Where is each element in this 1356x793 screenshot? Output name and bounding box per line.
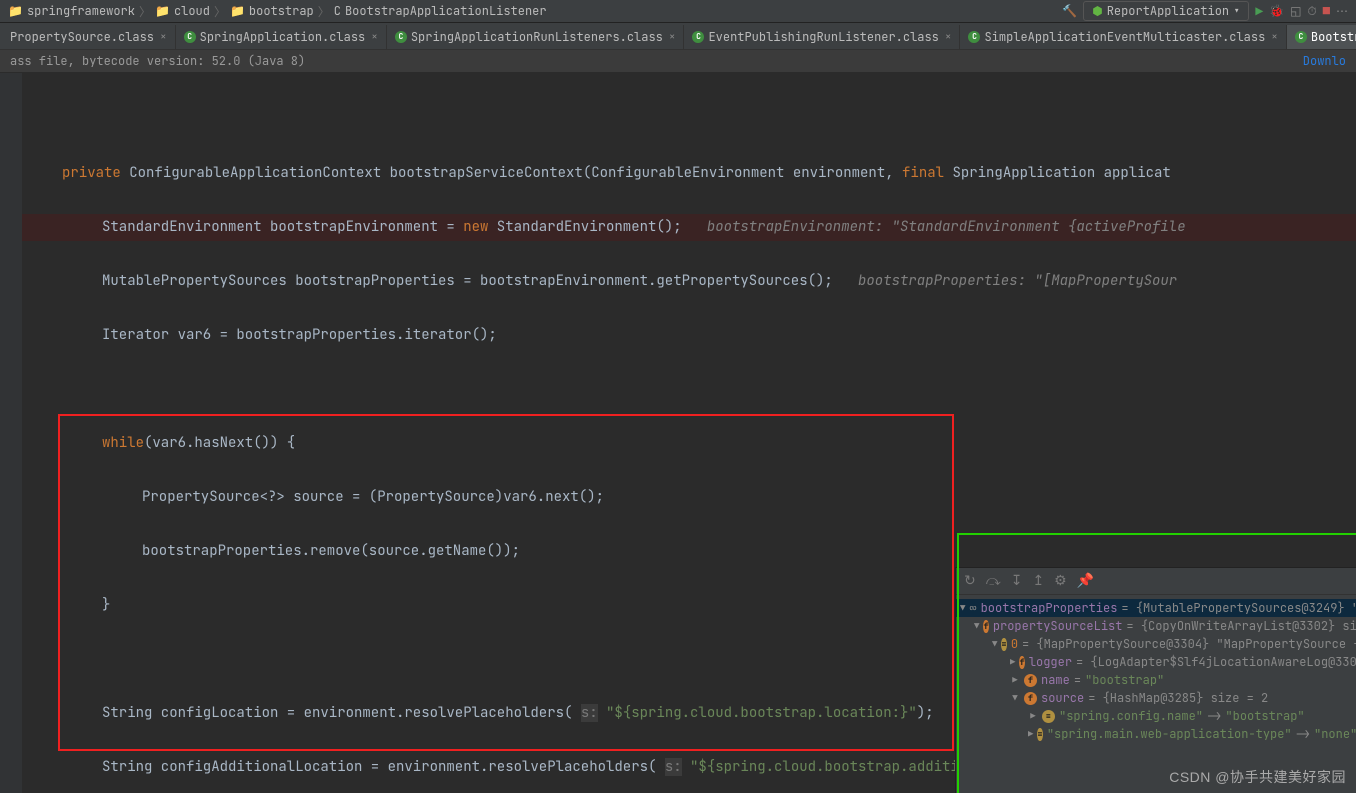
settings-icon[interactable]: ⚙: [1054, 572, 1067, 590]
folder-icon: 📁: [155, 3, 170, 19]
var-row[interactable]: ▶≡ "spring.main.web-application-type" ->…: [956, 725, 1356, 743]
tab-propertysource[interactable]: PropertySource.class ×: [2, 25, 176, 49]
tab-multicaster[interactable]: C SimpleApplicationEventMulticaster.class…: [960, 25, 1286, 49]
debug-icon[interactable]: 🐞: [1269, 3, 1284, 19]
tab-label: EventPublishingRunListener.class: [708, 29, 938, 45]
editor-info-bar: ass file, bytecode version: 52.0 (Java 8…: [0, 50, 1356, 73]
run-controls: 🔨 ⬢ ReportApplication ▾ ▶ 🐞 ◱ ⏱ ■ ⋯: [1062, 1, 1348, 21]
crumb[interactable]: bootstrap: [249, 3, 314, 19]
tab-eventpublishing[interactable]: C EventPublishingRunListener.class ×: [684, 25, 960, 49]
entry-icon: ≡: [1042, 710, 1055, 723]
debug-variables-panel[interactable]: ↻ ⤼ ↧ ↥ ⚙ 📌 ▼∞ bootstrapProperties = {Mu…: [955, 567, 1356, 793]
code-line: Iterator var6 = bootstrapProperties.iter…: [22, 322, 1356, 349]
expand-icon[interactable]: ▶: [1028, 710, 1038, 722]
chevron-down-icon: ▾: [1233, 3, 1240, 19]
entry-icon: ≡: [1037, 728, 1042, 741]
tab-runlisteners[interactable]: C SpringApplicationRunListeners.class ×: [387, 25, 685, 49]
crumb[interactable]: springframework: [27, 3, 135, 19]
close-icon[interactable]: ×: [669, 30, 676, 44]
array-icon: ≡: [1001, 638, 1006, 651]
code-line: while(var6.hasNext()) {: [22, 430, 1356, 457]
field-icon: f: [983, 620, 988, 633]
editor[interactable]: private ConfigurableApplicationContext b…: [0, 73, 1356, 793]
var-row[interactable]: ▼f source = {HashMap@3285} size = 2: [956, 689, 1356, 707]
collapse-icon[interactable]: ▼: [992, 638, 997, 650]
run-config-icon: ⬢: [1092, 3, 1102, 19]
code-line: [22, 106, 1356, 133]
run-config-select[interactable]: ⬢ ReportApplication ▾: [1083, 1, 1249, 21]
build-icon[interactable]: 🔨: [1062, 3, 1077, 19]
restart-icon[interactable]: ↻: [964, 572, 976, 590]
class-icon: C: [334, 3, 341, 19]
var-row[interactable]: ▼≡ 0 = {MapPropertySource@3304} "MapProp…: [956, 635, 1356, 653]
expand-icon[interactable]: ▶: [1010, 656, 1015, 668]
field-icon: f: [1019, 656, 1024, 669]
bytecode-info: ass file, bytecode version: 52.0 (Java 8…: [10, 53, 305, 69]
var-row[interactable]: ▶f name = "bootstrap": [956, 671, 1356, 689]
code-line: bootstrapProperties.remove(source.getNam…: [22, 538, 1356, 565]
editor-tabs: PropertySource.class × C SpringApplication…: [0, 23, 1356, 50]
profile-icon[interactable]: ⏱: [1307, 3, 1316, 19]
code-line: private ConfigurableApplicationContext b…: [22, 160, 1356, 187]
crumb[interactable]: BootstrapApplicationListener: [345, 3, 547, 19]
class-icon: C: [968, 31, 980, 43]
top-toolbar: 📁 springframework〉 📁 cloud〉 📁 bootstrap〉…: [0, 0, 1356, 23]
tab-label: PropertySource.class: [10, 29, 154, 45]
pin-icon[interactable]: 📌: [1077, 572, 1094, 590]
tab-label: BootstrapApplicationListener.class: [1311, 29, 1356, 45]
collapse-icon[interactable]: ▼: [960, 602, 965, 614]
class-icon: C: [692, 31, 704, 43]
tab-label: SpringApplicationRunListeners.class: [411, 29, 663, 45]
step-into-icon[interactable]: ↧: [1011, 572, 1023, 590]
code-line: MutablePropertySources bootstrapProperti…: [22, 268, 1356, 295]
gutter[interactable]: [0, 73, 22, 793]
close-icon[interactable]: ×: [1271, 30, 1278, 44]
class-icon: C: [1295, 31, 1307, 43]
step-over-icon[interactable]: ⤼: [986, 572, 1001, 590]
crumb[interactable]: cloud: [174, 3, 210, 19]
expand-icon[interactable]: ▶: [1010, 674, 1020, 686]
run-icon[interactable]: ▶: [1255, 3, 1263, 20]
breadcrumb[interactable]: 📁 springframework〉 📁 cloud〉 📁 bootstrap〉…: [8, 3, 547, 20]
collapse-icon[interactable]: ▼: [974, 620, 979, 632]
var-row[interactable]: ▶≡ "spring.config.name" -> "bootstrap": [956, 707, 1356, 725]
tab-label: SimpleApplicationEventMulticaster.class: [984, 29, 1265, 45]
code-line: [22, 376, 1356, 403]
field-icon: f: [1024, 674, 1037, 687]
folder-icon: 📁: [230, 3, 245, 19]
tab-springapplication[interactable]: C SpringApplication.class ×: [176, 25, 387, 49]
collapse-icon[interactable]: ▼: [1010, 692, 1020, 704]
expand-icon[interactable]: ▶: [1028, 728, 1033, 740]
var-root[interactable]: ▼∞ bootstrapProperties = {MutablePropert…: [956, 599, 1356, 617]
close-icon[interactable]: ×: [945, 30, 952, 44]
tab-bootstraplistener[interactable]: CBootstrapApplicationListener.class×: [1287, 25, 1356, 49]
close-icon[interactable]: ×: [160, 30, 167, 44]
field-icon: f: [1024, 692, 1037, 705]
class-icon: C: [184, 31, 196, 43]
folder-icon: 📁: [8, 3, 23, 19]
more-icon[interactable]: ⋯: [1336, 3, 1348, 19]
stop-icon[interactable]: ■: [1323, 3, 1330, 19]
code-line: StandardEnvironment bootstrapEnvironment…: [22, 214, 1356, 241]
class-icon: C: [395, 31, 407, 43]
coverage-icon[interactable]: ◱: [1290, 3, 1301, 19]
debug-tree[interactable]: ▼∞ bootstrapProperties = {MutablePropert…: [956, 595, 1356, 747]
var-row[interactable]: ▶f logger = {LogAdapter$Slf4jLocationAwa…: [956, 653, 1356, 671]
download-sources-link[interactable]: Downlo: [1303, 53, 1346, 69]
run-config-label: ReportApplication: [1107, 3, 1229, 19]
tab-label: SpringApplication.class: [200, 29, 366, 45]
debug-toolbar: ↻ ⤼ ↧ ↥ ⚙ 📌: [956, 568, 1356, 595]
step-out-icon[interactable]: ↥: [1032, 572, 1044, 590]
code-line: PropertySource<?> source = (PropertySour…: [22, 484, 1356, 511]
watermark: CSDN @协手共建美好家园: [1169, 767, 1346, 787]
close-icon[interactable]: ×: [371, 30, 378, 44]
var-row[interactable]: ▼f propertySourceList = {CopyOnWriteArra…: [956, 617, 1356, 635]
